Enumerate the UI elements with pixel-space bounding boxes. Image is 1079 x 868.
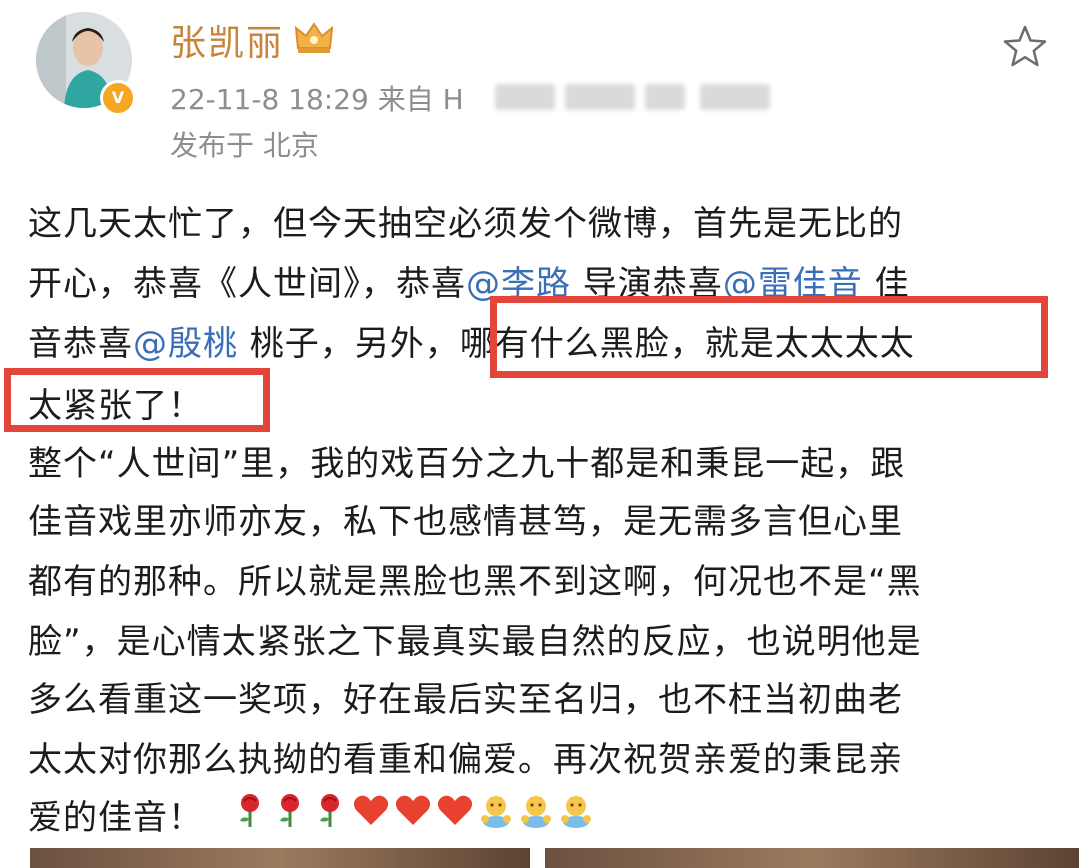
attached-photo[interactable]	[545, 848, 1079, 868]
highlight-box	[490, 296, 1048, 378]
post-text: 开心，恭喜《人世间》，恭喜	[28, 264, 466, 304]
hug-icon	[521, 796, 551, 828]
blurred-source	[565, 84, 635, 110]
blurred-source	[700, 84, 770, 110]
highlight-box	[4, 368, 270, 432]
heart-icon	[437, 795, 473, 825]
post-line: 佳音戏里亦师亦友，私下也感情甚笃，是无需多言但心里	[28, 502, 903, 542]
emoji-row	[232, 790, 594, 830]
mention-link[interactable]: @殷桃	[133, 324, 238, 364]
hug-icon	[481, 796, 511, 828]
post-meta: 22-11-8 18:29 来自 H	[170, 83, 464, 116]
heart-icon	[395, 795, 431, 825]
rose-icon	[320, 794, 339, 827]
post-text: 音恭喜	[28, 324, 133, 364]
post-text: 桃子，另外，	[238, 324, 460, 364]
hug-icon	[561, 796, 591, 828]
post-line: 脸”，是心情太紧张之下最真实最自然的反应，也说明他是	[28, 622, 922, 662]
verified-badge-icon: V	[100, 80, 136, 116]
star-icon[interactable]	[1002, 24, 1048, 68]
username[interactable]: 张凯丽	[170, 14, 284, 66]
post-line: 太太对你那么执拗的看重和偏爱。再次祝贺亲爱的秉昆亲	[28, 740, 903, 780]
attached-photo[interactable]	[30, 848, 530, 868]
rose-icon	[240, 794, 259, 827]
post-line: 爱的佳音！	[28, 798, 203, 838]
post-line: 多么看重这一奖项，好在最后实至名归，也不枉当初曲老	[28, 680, 903, 720]
post-location: 发布于 北京	[170, 129, 319, 162]
post-line: 都有的那种。所以就是黑脸也黑不到这啊，何况也不是“黑	[28, 562, 922, 602]
blurred-source	[495, 84, 555, 110]
post-line: 整个“人世间”里，我的戏百分之九十都是和秉昆一起，跟	[28, 444, 906, 484]
post-line: 这几天太忙了，但今天抽空必须发个微博，首先是无比的	[28, 204, 903, 244]
crown-icon	[294, 22, 334, 53]
blurred-source	[645, 84, 685, 110]
rose-icon	[280, 794, 299, 827]
heart-icon	[353, 795, 389, 825]
